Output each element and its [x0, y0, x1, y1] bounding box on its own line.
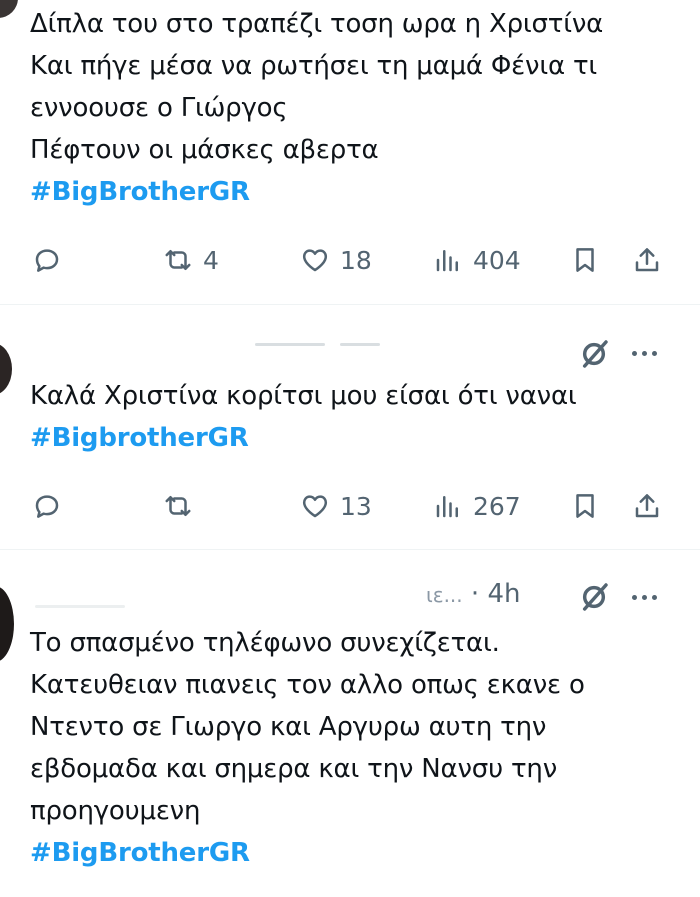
tweet-1[interactable]: Δίπλα του στο τραπέζι τοση ωρα η Χριστίν…	[0, 0, 700, 304]
tweet-3[interactable]: ιε... · 4h Το σπασμένο τηλέφωνο συνεχίζε…	[0, 550, 700, 897]
views-button[interactable]: 267	[433, 486, 521, 526]
repost-button[interactable]	[163, 486, 193, 526]
bookmark-button[interactable]	[570, 486, 600, 526]
heart-icon	[302, 495, 328, 518]
like-count: 13	[340, 491, 372, 521]
share-icon	[635, 494, 659, 518]
tweet-text-line: προηγουμενη	[30, 796, 201, 826]
handle-fragment: ιε...	[426, 583, 463, 607]
reply-button[interactable]	[32, 240, 62, 280]
bookmark-icon	[576, 494, 594, 518]
bookmark-button[interactable]	[570, 240, 600, 280]
tweet-text-line: Δίπλα του στο τραπέζι τοση ωρα η Χριστίν…	[30, 9, 604, 39]
repost-button[interactable]: 4	[163, 240, 219, 280]
grok-icon	[582, 340, 608, 368]
hashtag-link[interactable]: #BigBrotherGR	[30, 832, 680, 874]
share-button[interactable]	[632, 240, 662, 280]
repost-icon	[165, 496, 191, 516]
views-button[interactable]: 404	[433, 240, 521, 280]
views-count: 267	[473, 491, 521, 521]
repost-count: 4	[203, 245, 219, 275]
views-count: 404	[473, 245, 521, 275]
tweet-meta: ιε... · 4h	[426, 579, 520, 609]
action-bar: 13 267	[0, 486, 700, 526]
tweet-text-line: Καλά Χριστίνα κορίτσι μου είσαι ότι νανα…	[30, 381, 577, 411]
tweet-text-line: Κατευθειαν πιανεις τον αλλο οπως εκανε ο	[30, 670, 585, 700]
tweet-text-line: Πέφτουν οι μάσκες αβερτα	[30, 135, 379, 165]
tweet-text: Καλά Χριστίνα κορίτσι μου είσαι ότι νανα…	[30, 375, 680, 459]
reply-icon	[35, 495, 59, 518]
avatar[interactable]	[0, 0, 18, 18]
user-name-blurred	[340, 343, 380, 346]
tweet-text: Δίπλα του στο τραπέζι τοση ωρα η Χριστίν…	[30, 3, 680, 213]
grok-button[interactable]	[578, 338, 610, 374]
tweet-2[interactable]: Καλά Χριστίνα κορίτσι μου είσαι ότι νανα…	[0, 305, 700, 548]
heart-icon	[302, 249, 328, 272]
repost-icon	[165, 250, 191, 270]
action-bar: 4 18 404	[0, 240, 700, 280]
more-button[interactable]	[632, 351, 657, 356]
tweet-time[interactable]: · 4h	[471, 579, 521, 609]
hashtag-link[interactable]: #BigbrotherGR	[30, 417, 680, 459]
tweet-text: Το σπασμένο τηλέφωνο συνεχίζεται. Κατευθ…	[30, 622, 680, 874]
bookmark-icon	[576, 248, 594, 272]
tweet-header: ιε... · 4h	[0, 579, 700, 619]
hashtag-link[interactable]: #BigBrotherGR	[30, 171, 680, 213]
like-button[interactable]: 18	[300, 240, 372, 280]
views-icon	[436, 496, 458, 518]
more-button[interactable]	[632, 595, 657, 600]
reply-button[interactable]	[32, 486, 62, 526]
share-icon	[635, 248, 659, 272]
more-icon	[632, 351, 637, 356]
like-button[interactable]: 13	[300, 486, 372, 526]
tweet-text-line: εννοουσε ο Γιώργος	[30, 93, 288, 123]
tweet-header	[0, 335, 700, 375]
tweet-text-line: Και πήγε μέσα να ρωτήσει τη μαμά Φένια τ…	[30, 51, 598, 81]
tweet-text-line: Το σπασμένο τηλέφωνο συνεχίζεται.	[30, 628, 500, 658]
user-name-blurred	[255, 343, 325, 346]
more-icon	[632, 595, 637, 600]
reply-icon	[35, 249, 59, 272]
views-icon	[436, 250, 458, 272]
like-count: 18	[340, 245, 372, 275]
grok-icon	[582, 583, 608, 611]
tweet-text-line: εβδομαδα και σημερα και την Νανσυ την	[30, 754, 558, 784]
more-icon	[652, 351, 657, 356]
more-icon	[642, 351, 647, 356]
more-icon	[652, 595, 657, 600]
user-name-blurred	[35, 605, 125, 608]
more-icon	[642, 595, 647, 600]
tweet-text-line: Ντεντο σε Γιωργο και Αργυρω αυτη την	[30, 712, 547, 742]
grok-button[interactable]	[578, 581, 610, 617]
share-button[interactable]	[632, 486, 662, 526]
